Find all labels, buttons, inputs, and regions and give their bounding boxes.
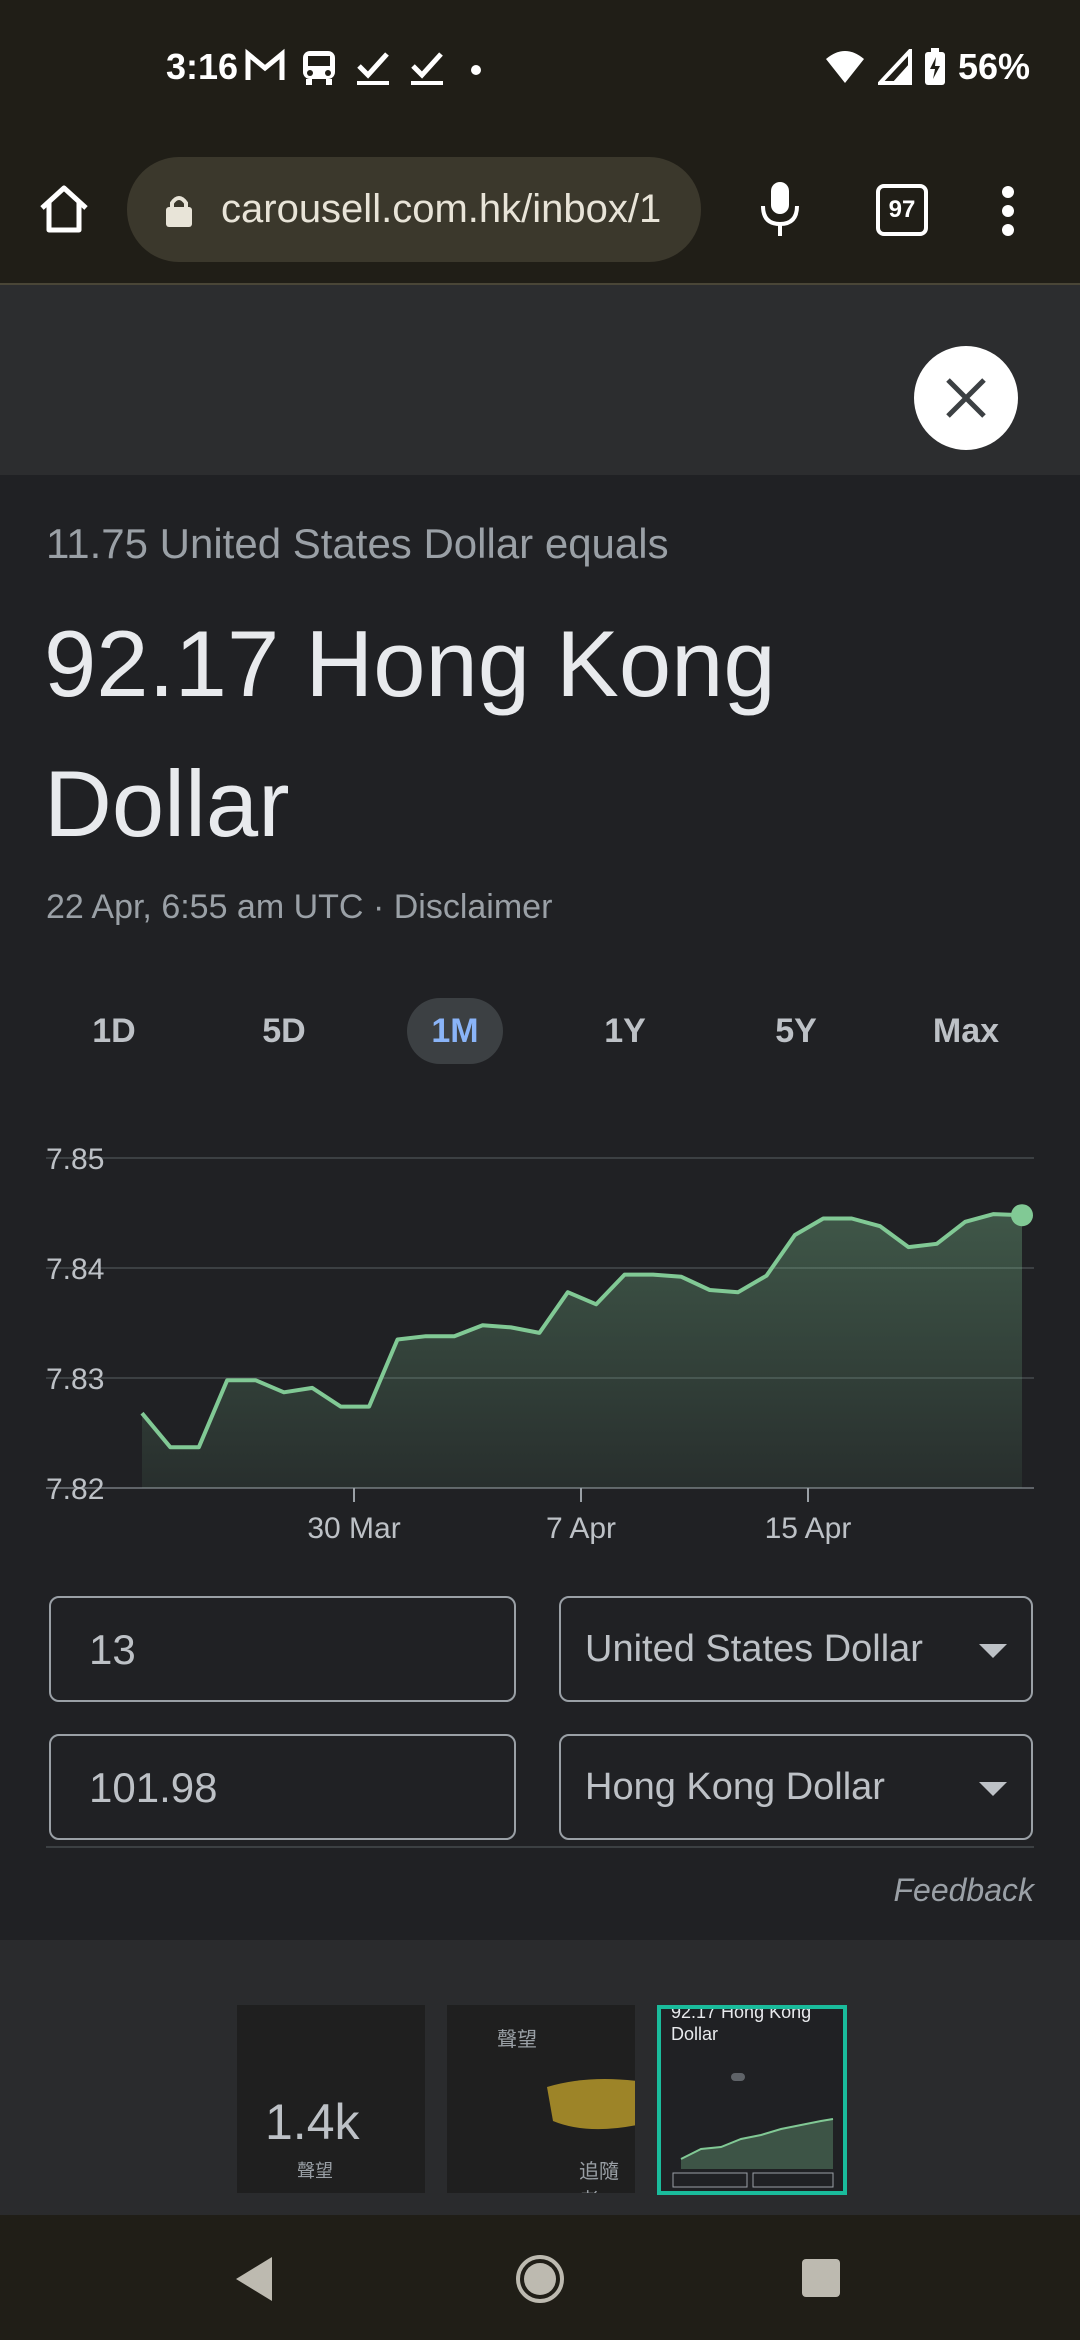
y-tick-label: 7.83 (46, 1363, 104, 1396)
x-tick-label: 15 Apr (765, 1512, 852, 1545)
gmail-icon (245, 48, 285, 80)
system-nav-bar (0, 2215, 1080, 2340)
range-tab-1m[interactable]: 1M (407, 998, 503, 1064)
mic-icon[interactable] (757, 180, 803, 238)
range-tab-5y[interactable]: 5Y (748, 998, 844, 1064)
overflow-menu-icon[interactable] (1000, 186, 1016, 236)
to-currency-select[interactable]: Hong Kong Dollar (559, 1734, 1033, 1840)
x-tick-label: 30 Mar (307, 1512, 400, 1545)
to-amount-value: 101.98 (89, 1764, 218, 1811)
check-icon (357, 52, 389, 85)
thumb-label-top: 聲望 (497, 2029, 537, 2051)
y-tick-label: 7.82 (46, 1473, 104, 1506)
close-button[interactable] (914, 346, 1018, 450)
notification-icons (245, 48, 491, 88)
bus-icon (303, 51, 335, 85)
back-icon[interactable] (232, 2255, 276, 2303)
check-icon (411, 52, 443, 85)
system-icons: 56% (824, 46, 1030, 88)
home-nav-icon[interactable] (514, 2253, 566, 2305)
from-currency-select[interactable]: United States Dollar (559, 1596, 1033, 1702)
feedback-link[interactable]: Feedback (893, 1872, 1034, 1909)
from-amount-value: 13 (89, 1626, 136, 1673)
from-amount-input[interactable]: 13 (49, 1596, 516, 1702)
x-tick-label: 7 Apr (546, 1512, 616, 1545)
thumb-reputation-label: 聲望 (297, 2161, 333, 2181)
range-tab-1y[interactable]: 1Y (577, 998, 673, 1064)
battery-icon (924, 48, 945, 85)
separator: · (372, 888, 385, 926)
latest-point (1011, 1204, 1033, 1227)
thumbnail-2[interactable]: 聲望 追隨者 (447, 2005, 635, 2193)
thumbnail-1[interactable]: 1.4k 聲望 (237, 2005, 425, 2193)
signal-icon (877, 49, 912, 85)
home-icon[interactable] (36, 180, 92, 236)
url-bar[interactable]: carousell.com.hk/inbox/1 (127, 157, 701, 262)
range-tab-5d[interactable]: 5D (236, 998, 332, 1064)
disclaimer-link[interactable]: Disclaimer (394, 888, 553, 926)
status-bar: 3:16 56% (0, 0, 1080, 140)
y-tick-label: 7.85 (46, 1143, 104, 1176)
thumbnail-3-selected[interactable]: 92.17 Hong Kong Dollar (657, 2005, 847, 2195)
range-tab-max[interactable]: Max (918, 998, 1014, 1064)
conversion-subtitle: 11.75 United States Dollar equals (46, 520, 669, 567)
timestamp-line: 22 Apr, 6:55 am UTC · Disclaimer (46, 888, 552, 927)
redaction-mark (547, 2079, 635, 2130)
status-time: 3:16 (166, 46, 239, 87)
conversion-result: 92.17 Hong Kong Dollar (44, 611, 776, 856)
exchange-rate-chart[interactable]: 7.85 7.84 7.83 7.82 30 Mar 7 Apr 15 Apr (0, 1120, 1080, 1560)
dot-icon (471, 65, 481, 75)
wifi-icon (825, 51, 864, 83)
thumb-label-bottom: 追隨者 (579, 2161, 619, 2193)
to-amount-input[interactable]: 101.98 (49, 1734, 516, 1840)
thumb-result-text: 92.17 Hong Kong Dollar (671, 2005, 812, 2044)
lock-icon (166, 196, 192, 227)
recents-icon[interactable] (800, 2257, 842, 2299)
tab-switcher-button[interactable]: 97 (876, 184, 928, 236)
y-tick-label: 7.84 (46, 1253, 104, 1286)
divider (46, 1846, 1034, 1848)
thumb-mini-chart (672, 2073, 834, 2188)
battery-percent: 56% (957, 46, 1030, 87)
to-currency-value: Hong Kong Dollar (585, 1766, 885, 1808)
timestamp: 22 Apr, 6:55 am UTC (46, 888, 364, 926)
url-text: carousell.com.hk/inbox/1 (221, 187, 662, 231)
chevron-down-icon (979, 1782, 1007, 1796)
range-tab-1d[interactable]: 1D (66, 998, 162, 1064)
chevron-down-icon (979, 1644, 1007, 1658)
from-currency-value: United States Dollar (585, 1628, 923, 1670)
close-icon (946, 378, 986, 418)
thumb-reputation-value: 1.4k (265, 2094, 360, 2150)
area-fill (142, 1214, 1022, 1488)
